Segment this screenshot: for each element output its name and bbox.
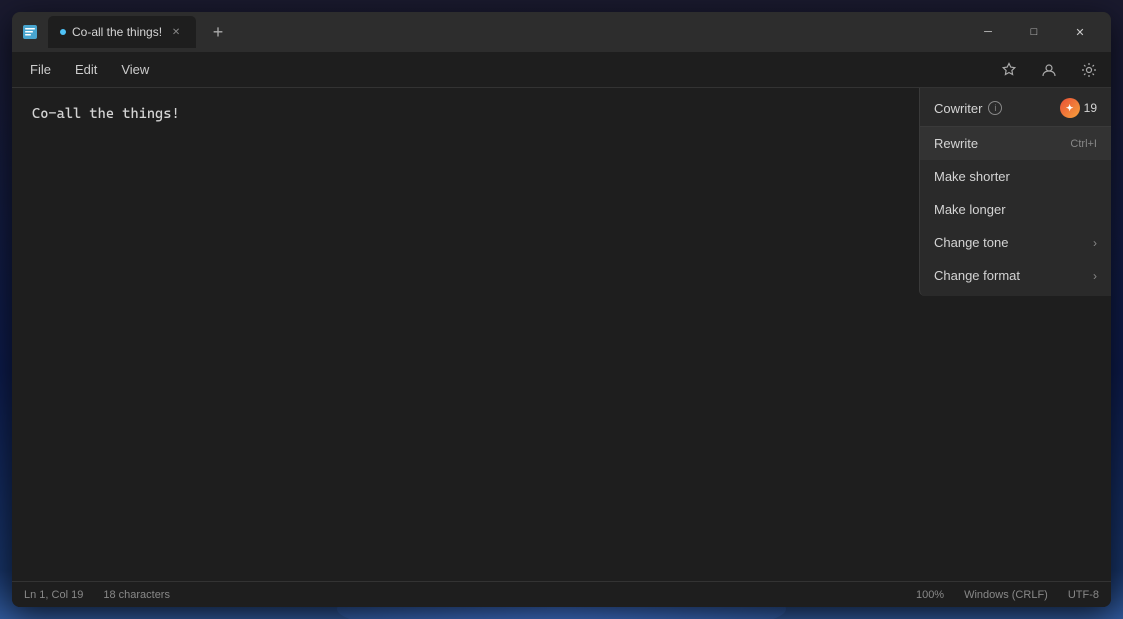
cowriter-rewrite-item[interactable]: Rewrite Ctrl+I [920,127,1111,160]
cowriter-header: Cowriter i ✦ 19 [920,88,1111,127]
cowriter-change-tone-label: Change tone [934,235,1008,250]
change-tone-chevron-icon: › [1093,236,1097,250]
content-area: Co-all the things! Cowriter i ✦ 19 Rewri… [12,88,1111,581]
window-controls: ─ □ ✕ [965,16,1103,48]
menu-items: File Edit View [20,58,159,81]
editor-content: Co-all the things! [32,106,180,122]
current-tab[interactable]: Co-all the things! ✕ [48,16,196,48]
close-button[interactable]: ✕ [1057,16,1103,48]
credits-count: 19 [1084,101,1097,115]
menu-edit[interactable]: Edit [65,58,107,81]
status-bar: Ln 1, Col 19 18 characters 100% Windows … [12,581,1111,607]
cowriter-change-format-label: Change format [934,268,1020,283]
title-bar: Co-all the things! ✕ + ─ □ ✕ [12,12,1111,52]
cowriter-change-format-item[interactable]: Change format › [920,259,1111,292]
cowriter-make-shorter-label: Make shorter [934,169,1010,184]
line-ending[interactable]: Windows (CRLF) [964,589,1048,601]
tab-title: Co-all the things! [72,25,162,39]
encoding[interactable]: UTF-8 [1068,589,1099,601]
favorites-button[interactable] [995,56,1023,84]
app-icon [20,22,40,42]
notepad-window: Co-all the things! ✕ + ─ □ ✕ File Edit V… [12,12,1111,607]
profile-button[interactable] [1035,56,1063,84]
credits-avatar: ✦ [1060,98,1080,118]
menu-bar: File Edit View [12,52,1111,88]
cowriter-info-button[interactable]: i [988,101,1002,115]
cowriter-make-shorter-item[interactable]: Make shorter [920,160,1111,193]
cowriter-rewrite-label: Rewrite [934,136,978,151]
zoom-level[interactable]: 100% [916,589,944,601]
cowriter-change-tone-item[interactable]: Change tone › [920,226,1111,259]
maximize-button[interactable]: □ [1011,16,1057,48]
rewrite-shortcut: Ctrl+I [1070,138,1097,150]
cursor-position: Ln 1, Col 19 [24,589,83,601]
tab-modified-dot [60,29,66,35]
title-bar-left: Co-all the things! ✕ + [20,16,965,48]
cowriter-make-longer-label: Make longer [934,202,1006,217]
menu-file[interactable]: File [20,58,61,81]
cowriter-label: Cowriter [934,101,982,116]
cowriter-title: Cowriter i [934,101,1002,116]
new-tab-button[interactable]: + [204,18,232,46]
menu-bar-right [995,56,1103,84]
tab-close-button[interactable]: ✕ [168,24,184,40]
change-format-chevron-icon: › [1093,269,1097,283]
cowriter-make-longer-item[interactable]: Make longer [920,193,1111,226]
cowriter-credits: ✦ 19 [1060,98,1097,118]
status-right: 100% Windows (CRLF) UTF-8 [916,589,1099,601]
settings-button[interactable] [1075,56,1103,84]
cowriter-panel: Cowriter i ✦ 19 Rewrite Ctrl+I Make shor… [919,88,1111,296]
char-count: 18 characters [103,589,170,601]
menu-view[interactable]: View [111,58,159,81]
minimize-button[interactable]: ─ [965,16,1011,48]
